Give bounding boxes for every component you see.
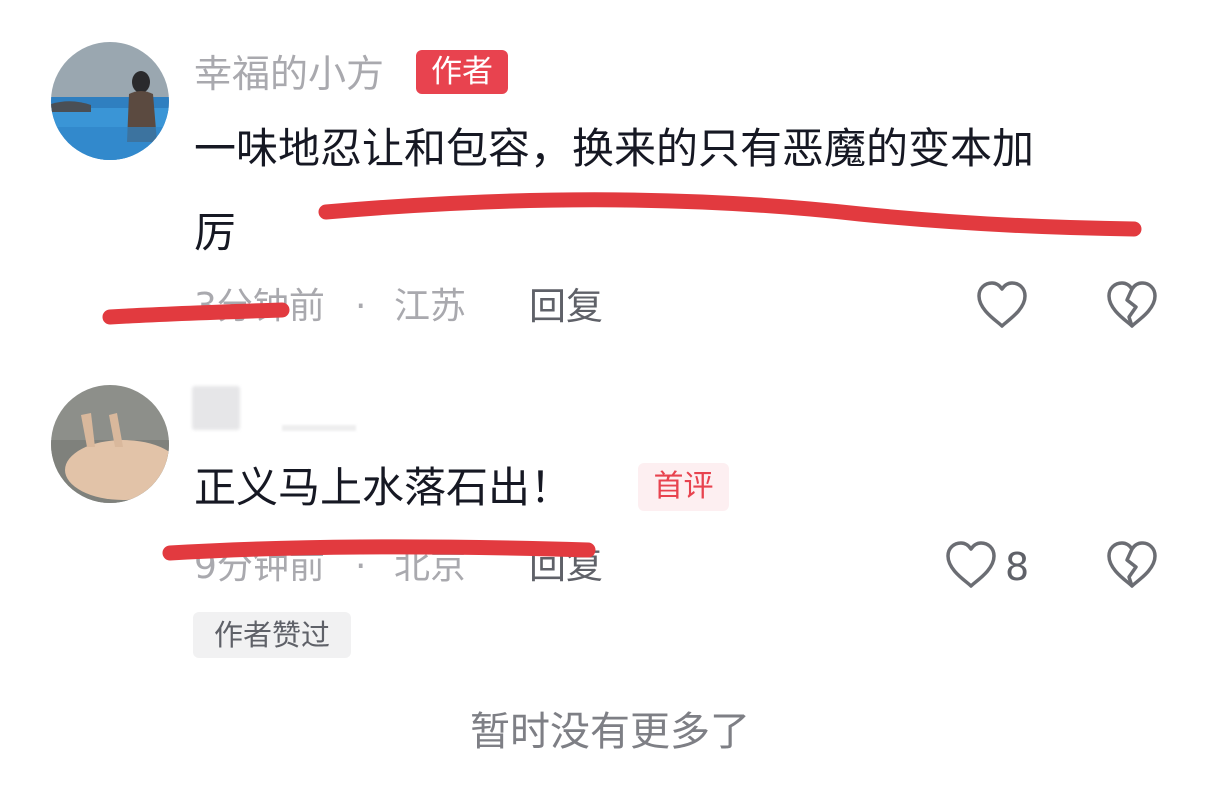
broken-heart-icon[interactable] xyxy=(1105,540,1159,594)
first-comment-badge: 首评 xyxy=(638,463,729,511)
comment-time: 3分钟前 xyxy=(194,286,325,327)
heart-outline-icon[interactable] xyxy=(944,540,998,594)
username-placeholder xyxy=(192,386,240,430)
markup-underline xyxy=(318,192,1142,237)
markup-overlay xyxy=(102,192,1142,561)
comment-time: 9分钟前 xyxy=(194,546,325,587)
broken-heart-icon[interactable] xyxy=(1105,280,1159,334)
comment-text-continued: 厉 xyxy=(194,208,237,257)
meta-separator: · xyxy=(355,546,367,587)
username[interactable]: 幸福的小方 xyxy=(194,55,384,93)
meta-separator: · xyxy=(355,286,367,327)
username-placeholder xyxy=(282,425,356,431)
author-liked-chip: 作者赞过 xyxy=(193,612,351,658)
like-count: 8 xyxy=(1005,545,1030,589)
comment-location: 北京 xyxy=(394,546,467,587)
heart-outline-icon[interactable] xyxy=(975,280,1029,334)
reply-button[interactable]: 回复 xyxy=(529,288,603,325)
author-badge: 作者 xyxy=(416,50,508,94)
avatar[interactable] xyxy=(51,42,169,160)
no-more-footer: 暂时没有更多了 xyxy=(470,709,750,755)
avatar[interactable] xyxy=(51,385,169,503)
comment-text: 正义马上水落石出！ xyxy=(194,463,573,512)
comment-text: 一味地忍让和包容，换来的只有恶魔的变本加 xyxy=(194,124,1035,173)
reply-button[interactable]: 回复 xyxy=(529,547,603,584)
comment-location: 江苏 xyxy=(394,286,467,327)
